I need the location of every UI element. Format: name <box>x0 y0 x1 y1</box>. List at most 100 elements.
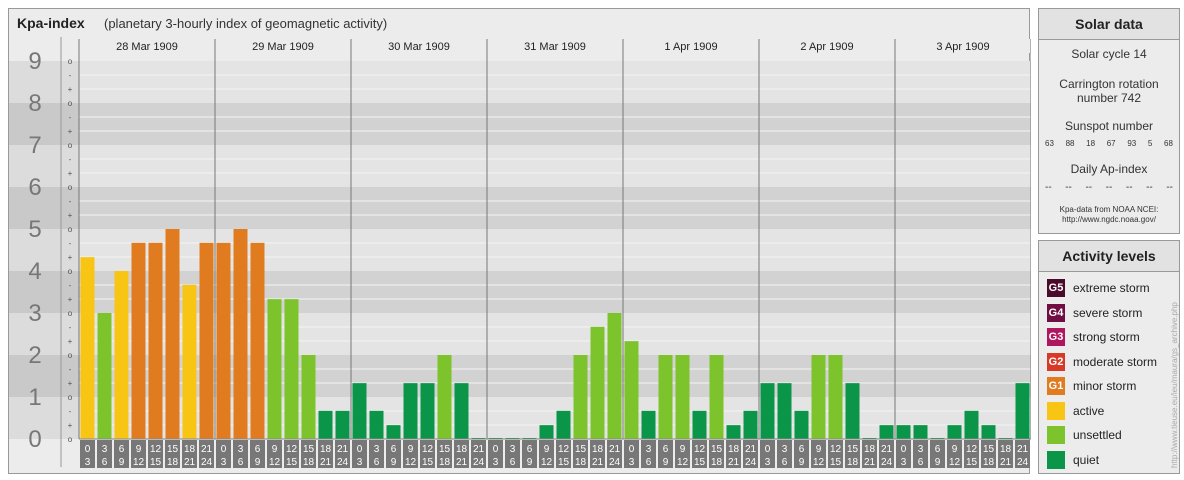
hour-end-label: 21 <box>592 457 604 468</box>
hour-end-label: 3 <box>493 457 499 468</box>
hour-start-label: 9 <box>544 444 550 455</box>
sunspot-title: Sunspot number <box>1064 119 1154 133</box>
legend-item: G1 minor storm <box>1047 374 1171 399</box>
kp-bar <box>420 383 435 439</box>
hour-end-label: 15 <box>422 457 434 468</box>
hour-start-label: 3 <box>782 444 788 455</box>
minor-tick-label: + <box>68 211 73 220</box>
credit-line-1: Kpa-data from NOAA NCEI: <box>1059 205 1159 214</box>
y-tick-label: 8 <box>28 90 41 117</box>
hour-end-label: 12 <box>949 457 961 468</box>
hour-start-label: 3 <box>102 444 108 455</box>
kp-bar <box>284 299 299 439</box>
data-credit: Kpa-data from NOAA NCEI: http://www.ngdc… <box>1039 205 1179 225</box>
legend-label: active <box>1073 403 1105 418</box>
kp-bar <box>607 313 622 439</box>
hour-end-label: 15 <box>830 457 842 468</box>
kp-bar <box>624 341 639 439</box>
hour-start-label: 21 <box>609 444 621 455</box>
hour-end-label: 24 <box>473 457 485 468</box>
hour-end-label: 9 <box>119 457 125 468</box>
kp-bar <box>709 355 724 439</box>
legend-swatch: G1 <box>1047 377 1065 396</box>
solar-data-header: Solar data <box>1039 9 1179 40</box>
minor-tick-label: o <box>68 393 73 402</box>
hour-start-label: 15 <box>983 444 995 455</box>
hour-start-label: 21 <box>1017 444 1029 455</box>
minor-tick-label: + <box>68 253 73 262</box>
activity-levels-header: Activity levels <box>1039 241 1179 272</box>
hour-end-label: 18 <box>983 457 995 468</box>
minor-tick-label: o <box>68 99 73 108</box>
ap-value: -- <box>1085 182 1093 193</box>
minor-tick-label: o <box>68 141 73 150</box>
plot-band <box>79 61 1031 103</box>
ap-value: -- <box>1146 182 1153 193</box>
minor-tick-label: - <box>69 365 72 374</box>
legend-swatch: G4 <box>1047 303 1065 322</box>
minor-tick-label: o <box>68 225 73 234</box>
y-tick-label: 2 <box>28 342 41 369</box>
legend-label: minor storm <box>1073 379 1137 394</box>
hour-start-label: 0 <box>85 444 91 455</box>
kp-bar <box>454 383 469 439</box>
hour-start-label: 21 <box>473 444 485 455</box>
kp-bar <box>301 355 316 439</box>
hour-start-label: 6 <box>119 444 125 455</box>
minor-tick-label: - <box>69 155 72 164</box>
plot-band <box>79 103 1031 145</box>
kp-bar <box>556 410 571 439</box>
hour-end-label: 21 <box>456 457 468 468</box>
hour-end-label: 24 <box>745 457 757 468</box>
kp-bar <box>913 425 928 439</box>
minor-tick-label: o <box>68 183 73 192</box>
legend-item: G4 severe storm <box>1047 301 1171 326</box>
hour-end-label: 9 <box>663 457 669 468</box>
day-label: 30 Mar 1909 <box>388 41 450 53</box>
hour-start-label: 18 <box>864 444 876 455</box>
hour-end-label: 24 <box>881 457 893 468</box>
kp-bar <box>114 271 129 439</box>
hour-end-label: 18 <box>711 457 723 468</box>
hour-start-label: 6 <box>935 444 941 455</box>
hour-start-label: 15 <box>847 444 859 455</box>
hour-end-label: 9 <box>799 457 805 468</box>
hour-end-label: 6 <box>238 457 244 468</box>
kp-bar <box>743 410 758 439</box>
hour-end-label: 15 <box>286 457 298 468</box>
sunspot-row: 63 88 18 67 93 5 68 <box>1039 139 1179 148</box>
hour-end-label: 24 <box>609 457 621 468</box>
minor-tick-label: + <box>68 127 73 136</box>
hour-end-label: 12 <box>133 457 145 468</box>
hour-start-label: 21 <box>201 444 213 455</box>
ap-row: -- -- -- -- -- -- -- <box>1039 182 1179 193</box>
ap-value: -- <box>1065 182 1072 193</box>
hour-end-label: 15 <box>150 457 162 468</box>
ap-value: -- <box>1045 182 1052 193</box>
y-tick-label: 7 <box>28 132 41 159</box>
hour-start-label: 6 <box>255 444 261 455</box>
legend-label: moderate storm <box>1073 354 1158 369</box>
kp-bar <box>131 242 146 439</box>
hour-end-label: 12 <box>677 457 689 468</box>
legend-label: unsettled <box>1073 428 1122 443</box>
kp-bar <box>760 383 775 439</box>
kp-bar <box>97 313 112 439</box>
hour-end-label: 15 <box>694 457 706 468</box>
hour-end-label: 6 <box>510 457 516 468</box>
activity-legend: G5 extreme storm G4 severe storm G3 strong st… <box>1039 272 1179 472</box>
hour-start-label: 15 <box>439 444 451 455</box>
carrington-line-1: Carrington rotation <box>1059 77 1159 91</box>
legend-swatch <box>1047 401 1065 420</box>
hour-end-label: 24 <box>201 457 213 468</box>
day-label: 29 Mar 1909 <box>252 41 314 53</box>
hour-end-label: 9 <box>391 457 397 468</box>
hour-start-label: 18 <box>728 444 740 455</box>
kp-bar <box>403 383 418 439</box>
hour-end-label: 24 <box>337 457 349 468</box>
credit-link[interactable]: http://www.ngdc.noaa.gov/ <box>1039 215 1179 225</box>
legend-swatch: G5 <box>1047 279 1065 298</box>
minor-tick-label: o <box>68 267 73 276</box>
ap-value: -- <box>1105 182 1113 193</box>
hour-start-label: 0 <box>901 444 907 455</box>
